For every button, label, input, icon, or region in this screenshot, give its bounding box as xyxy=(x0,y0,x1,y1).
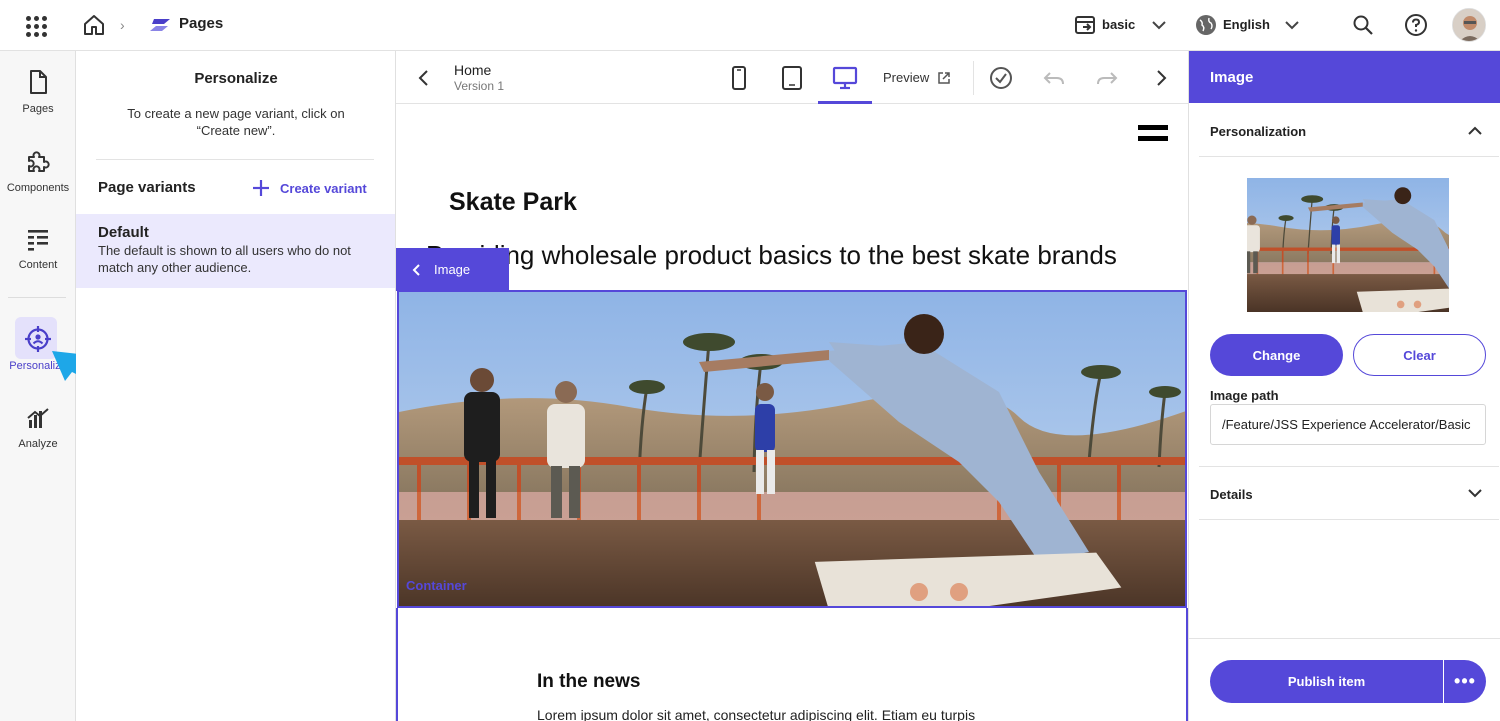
chevron-up-icon[interactable] xyxy=(1465,121,1485,141)
preview-label: Preview xyxy=(883,70,930,85)
image-path-label: Image path xyxy=(1210,388,1279,403)
rail-item-components[interactable]: Components xyxy=(0,148,76,194)
app-name[interactable]: Pages xyxy=(179,15,223,32)
mobile-device-icon[interactable] xyxy=(726,65,752,91)
pages-logo-icon xyxy=(150,19,170,31)
container-label[interactable]: Container xyxy=(406,578,467,593)
toolbar-divider xyxy=(973,61,974,95)
personalize-panel: Personalize To create a new page variant… xyxy=(76,51,396,721)
panel-title: Personalize xyxy=(194,70,278,87)
rail-item-analyze[interactable]: Analyze xyxy=(0,406,76,450)
preview-button[interactable]: Preview xyxy=(883,70,951,85)
search-icon[interactable] xyxy=(1351,13,1375,37)
chevron-down-icon[interactable] xyxy=(1283,15,1301,35)
check-circle-icon[interactable] xyxy=(988,65,1014,91)
undo-icon[interactable] xyxy=(1041,65,1067,91)
rail-item-pages[interactable]: Pages xyxy=(0,69,76,115)
more-options-button[interactable]: ••• xyxy=(1444,660,1486,703)
rail-divider xyxy=(8,297,66,298)
news-heading[interactable]: In the news xyxy=(537,671,640,693)
plus-icon xyxy=(253,180,269,196)
hero-tagline[interactable]: Providing wholesale product basics to th… xyxy=(426,240,1117,271)
tablet-device-icon[interactable] xyxy=(779,65,805,91)
divider xyxy=(1199,156,1499,157)
news-body-text[interactable]: Lorem ipsum dolor sit amet, consectetur … xyxy=(537,707,975,721)
rail-label: Components xyxy=(6,182,70,194)
rail-label: Analyze xyxy=(18,438,58,450)
analytics-icon xyxy=(27,408,49,428)
page-name: Home xyxy=(454,62,492,78)
variant-item-default[interactable]: Default The default is shown to all user… xyxy=(76,214,395,288)
help-icon[interactable] xyxy=(1404,13,1428,37)
properties-panel: Image Personalization Change Clear Image… xyxy=(1188,51,1500,721)
site-selector[interactable]: basic xyxy=(1102,17,1135,32)
divider xyxy=(1199,466,1499,467)
page-variants-label: Page variants xyxy=(98,179,196,196)
chip-label: Image xyxy=(434,262,471,277)
menu-icon[interactable] xyxy=(1138,125,1168,145)
container-frame xyxy=(396,608,1188,721)
user-avatar[interactable] xyxy=(1452,8,1486,42)
globe-icon[interactable] xyxy=(1194,13,1218,37)
chevron-right-icon: › xyxy=(120,17,125,33)
image-path-field[interactable] xyxy=(1210,404,1486,445)
change-image-button[interactable]: Change xyxy=(1210,334,1343,376)
chevron-left-icon[interactable] xyxy=(414,66,434,90)
page-version[interactable]: Version 1 xyxy=(454,79,504,93)
details-section-title[interactable]: Details xyxy=(1210,487,1253,502)
content-list-icon xyxy=(28,230,48,251)
personalization-section-title[interactable]: Personalization xyxy=(1210,124,1306,139)
chevron-right-icon[interactable] xyxy=(1148,65,1174,91)
chevron-down-icon[interactable] xyxy=(1150,15,1168,35)
site-icon[interactable] xyxy=(1074,14,1096,36)
page-canvas: Skate Park Providing wholesale product b… xyxy=(396,104,1188,721)
site-title[interactable]: Skate Park xyxy=(449,188,577,217)
desktop-device-icon[interactable] xyxy=(832,65,858,91)
redo-icon[interactable] xyxy=(1094,65,1120,91)
clear-image-button[interactable]: Clear xyxy=(1353,334,1486,376)
create-variant-label: Create variant xyxy=(280,180,367,196)
page-icon xyxy=(30,70,47,94)
language-selector[interactable]: English xyxy=(1223,17,1270,32)
canvas-toolbar: Home Version 1 Preview xyxy=(396,51,1188,104)
rail-label: Pages xyxy=(22,103,54,115)
properties-header: Image xyxy=(1189,51,1500,103)
hero-image[interactable] xyxy=(397,290,1187,608)
home-icon[interactable] xyxy=(82,13,106,37)
publish-item-button[interactable]: Publish item xyxy=(1210,660,1443,703)
app-switcher-icon[interactable] xyxy=(24,14,48,38)
rail-label: Content xyxy=(18,259,58,271)
variant-name: Default xyxy=(98,224,149,241)
rail-item-content[interactable]: Content xyxy=(0,227,76,271)
chevron-down-icon[interactable] xyxy=(1465,483,1485,503)
top-bar: › Pages basic English xyxy=(0,0,1500,51)
create-variant-button[interactable]: Create variant xyxy=(252,177,367,199)
puzzle-icon xyxy=(28,151,50,172)
image-thumbnail[interactable] xyxy=(1247,178,1449,312)
chevron-left-icon xyxy=(412,263,420,276)
panel-description: To create a new page variant, click on “… xyxy=(127,106,345,138)
selected-component-chip[interactable]: Image xyxy=(396,248,509,291)
divider xyxy=(1199,519,1499,520)
divider xyxy=(1189,638,1500,639)
external-link-icon xyxy=(938,71,950,84)
divider xyxy=(96,159,374,160)
variant-description: The default is shown to all users who do… xyxy=(98,243,351,275)
